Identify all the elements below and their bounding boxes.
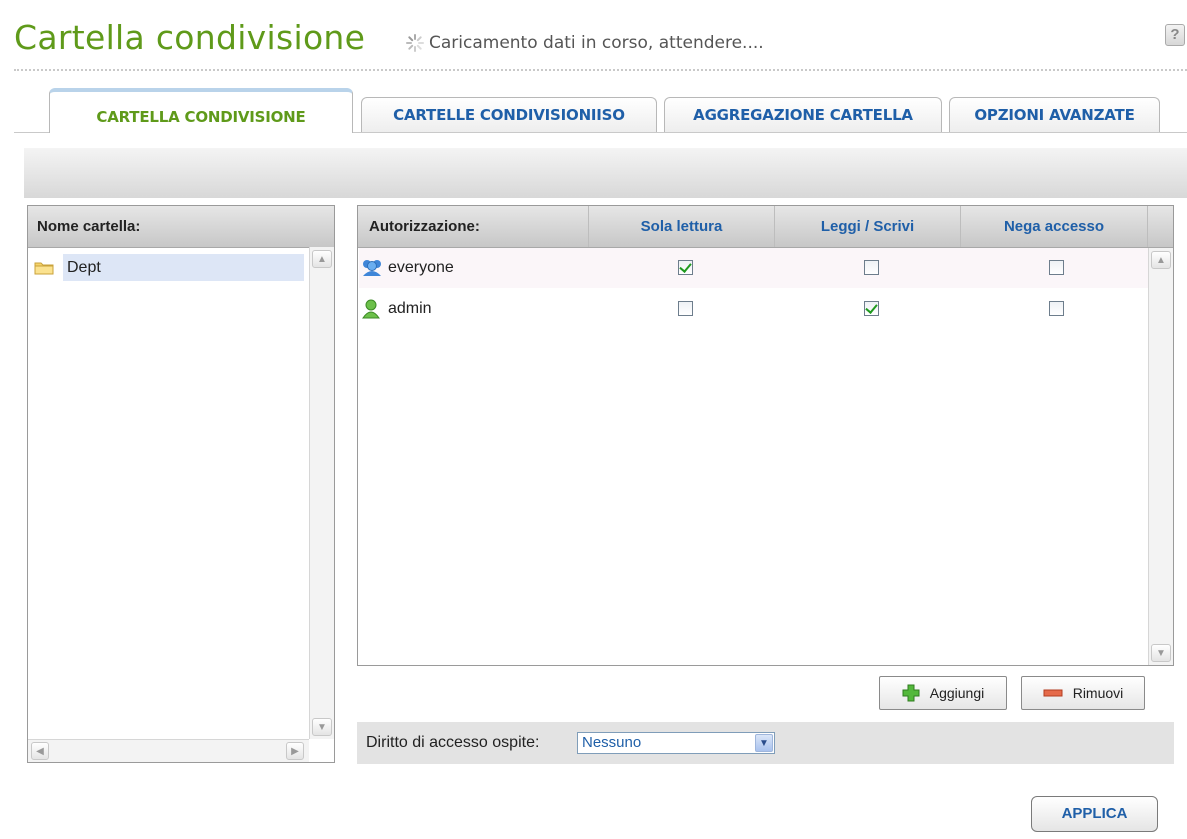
scroll-up-icon[interactable]: ▲ xyxy=(312,250,332,268)
permissions-vscrollbar[interactable]: ▲ ▼ xyxy=(1148,248,1173,665)
apply-button[interactable]: APPLICA xyxy=(1031,796,1158,832)
remove-button[interactable]: Rimuovi xyxy=(1021,676,1145,710)
guest-access-select[interactable]: Nessuno ▼ xyxy=(577,732,775,754)
scroll-down-icon[interactable]: ▼ xyxy=(312,718,332,736)
user-name: admin xyxy=(388,300,432,317)
loading-text: Caricamento dati in corso, attendere.... xyxy=(429,33,764,53)
folder-icon xyxy=(34,262,54,274)
folder-name: Dept xyxy=(63,254,304,281)
column-authorization: Autorizzazione: xyxy=(358,206,589,247)
column-deny-access[interactable]: Nega accesso xyxy=(961,206,1148,247)
admin-read-only-checkbox[interactable] xyxy=(678,301,693,316)
user-name: everyone xyxy=(388,259,454,276)
folder-list-hscrollbar[interactable]: ◀ ▶ xyxy=(28,739,309,762)
chevron-down-icon[interactable]: ▼ xyxy=(755,734,773,752)
column-read-write[interactable]: Leggi / Scrivi xyxy=(775,206,961,247)
group-icon xyxy=(363,260,381,276)
permissions-panel: Autorizzazione: Sola lettura Leggi / Scr… xyxy=(357,205,1174,666)
title-divider xyxy=(14,69,1187,71)
spinner-icon xyxy=(406,34,424,52)
page-title: Cartella condivisione xyxy=(14,18,366,57)
scroll-right-icon[interactable]: ▶ xyxy=(286,742,304,760)
tab-aggregazione-cartella[interactable]: AGGREGAZIONE CARTELLA xyxy=(664,97,942,132)
folder-list-panel: Nome cartella: Dept ▲ ▼ ◀ ▶ xyxy=(27,205,335,763)
help-icon[interactable]: ? xyxy=(1165,24,1185,46)
plus-icon xyxy=(902,684,920,702)
permission-row-admin[interactable]: admin xyxy=(359,289,1148,329)
permissions-header: Autorizzazione: Sola lettura Leggi / Scr… xyxy=(358,206,1173,248)
tab-opzioni-avanzate[interactable]: OPZIONI AVANZATE xyxy=(949,97,1160,132)
admin-deny-checkbox[interactable] xyxy=(1049,301,1064,316)
guest-access-bar: Diritto di accesso ospite: Nessuno ▼ xyxy=(357,722,1174,764)
everyone-deny-checkbox[interactable] xyxy=(1049,260,1064,275)
folder-list-header: Nome cartella: xyxy=(28,206,334,248)
user-icon xyxy=(362,299,380,319)
tab-cartelle-condivisioniiso[interactable]: CARTELLE CONDIVISIONIISO xyxy=(361,97,657,132)
everyone-read-only-checkbox[interactable] xyxy=(678,260,693,275)
toolbar-strip xyxy=(24,148,1187,198)
add-button[interactable]: Aggiungi xyxy=(879,676,1007,710)
guest-access-label: Diritto di accesso ospite: xyxy=(366,734,540,751)
scroll-left-icon[interactable]: ◀ xyxy=(31,742,49,760)
folder-item-dept[interactable]: Dept xyxy=(34,254,304,281)
everyone-read-write-checkbox[interactable] xyxy=(864,260,879,275)
column-read-only[interactable]: Sola lettura xyxy=(589,206,775,247)
tab-cartella-condivisione[interactable]: CARTELLA CONDIVISIONE xyxy=(49,88,353,133)
minus-icon xyxy=(1043,689,1063,697)
loading-status: Caricamento dati in corso, attendere.... xyxy=(406,33,764,53)
folder-list-vscrollbar[interactable]: ▲ ▼ xyxy=(309,247,334,739)
scroll-up-icon[interactable]: ▲ xyxy=(1151,251,1171,269)
scroll-down-icon[interactable]: ▼ xyxy=(1151,644,1171,662)
permission-row-everyone[interactable]: everyone xyxy=(359,248,1148,288)
admin-read-write-checkbox[interactable] xyxy=(864,301,879,316)
